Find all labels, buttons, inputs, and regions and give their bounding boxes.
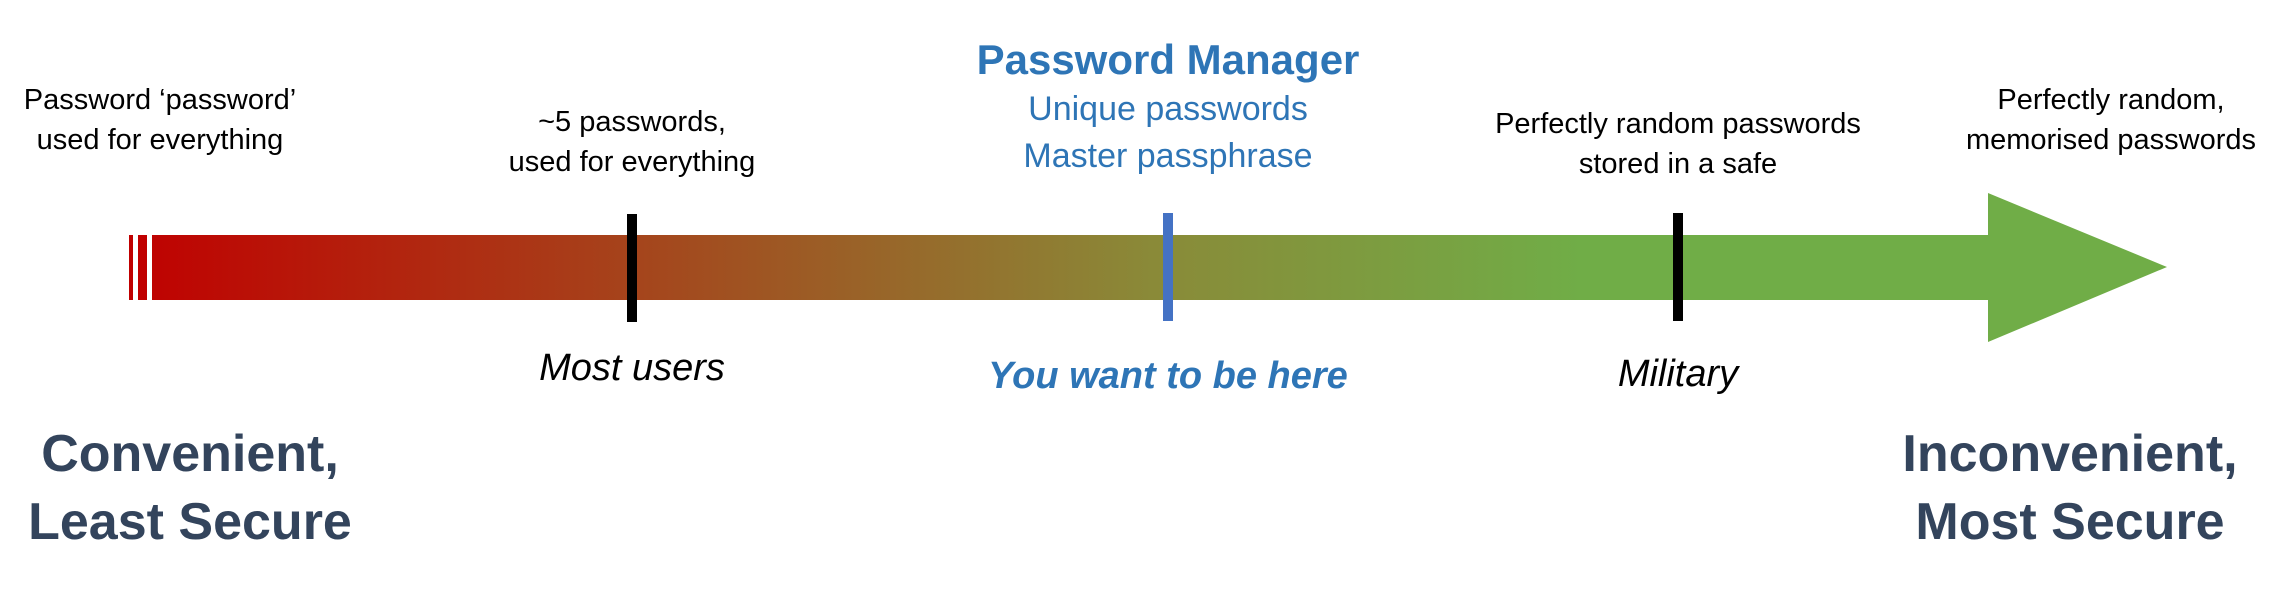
- marker-tick-password-manager: [1163, 213, 1173, 321]
- stage-label-random-safe: Perfectly random passwords stored in a s…: [1478, 104, 1878, 184]
- stage-line: stored in a safe: [1578, 148, 1778, 180]
- stage-label-password-manager: Password Manager Unique passwords Master…: [968, 34, 1368, 180]
- endpoint-line: Inconvenient,: [1902, 425, 2238, 483]
- endpoint-left-label: Convenient, Least Secure: [0, 420, 380, 556]
- marker-label-most-users: Most users: [539, 347, 725, 389]
- stage-label-five-passwords: ~5 passwords, used for everything: [482, 102, 782, 182]
- endpoint-line: Least Secure: [28, 493, 352, 551]
- endpoint-line: Convenient,: [41, 425, 339, 483]
- stage-line: used for everything: [36, 124, 284, 156]
- stage-line: used for everything: [508, 146, 756, 178]
- password-manager-line: Master passphrase: [1023, 137, 1313, 175]
- endpoint-line: Most Secure: [1915, 493, 2225, 551]
- arrow-tail-stripe-2: [138, 235, 147, 300]
- stage-label-random-memorised: Perfectly random, memorised passwords: [1936, 80, 2286, 160]
- stage-line: memorised passwords: [1965, 124, 2257, 156]
- endpoint-right-label: Inconvenient, Most Secure: [1880, 420, 2260, 556]
- marker-label-you-want-to-be-here: You want to be here: [988, 355, 1348, 397]
- marker-tick-most-users: [627, 214, 637, 322]
- stage-line: Perfectly random,: [1997, 84, 2225, 116]
- password-manager-title: Password Manager: [976, 36, 1360, 83]
- marker-tick-military: [1673, 213, 1683, 321]
- stage-line: ~5 passwords,: [538, 106, 726, 138]
- marker-label-military: Military: [1617, 353, 1739, 395]
- arrow-tail-stripe-1: [129, 235, 133, 300]
- stage-line: Password ‘password’: [23, 84, 297, 116]
- stage-label-password-everywhere: Password ‘password’ used for everything: [0, 80, 320, 160]
- password-manager-line: Unique passwords: [1028, 90, 1308, 128]
- arrow-body: [152, 193, 2167, 342]
- stage-line: Perfectly random passwords: [1495, 108, 1861, 140]
